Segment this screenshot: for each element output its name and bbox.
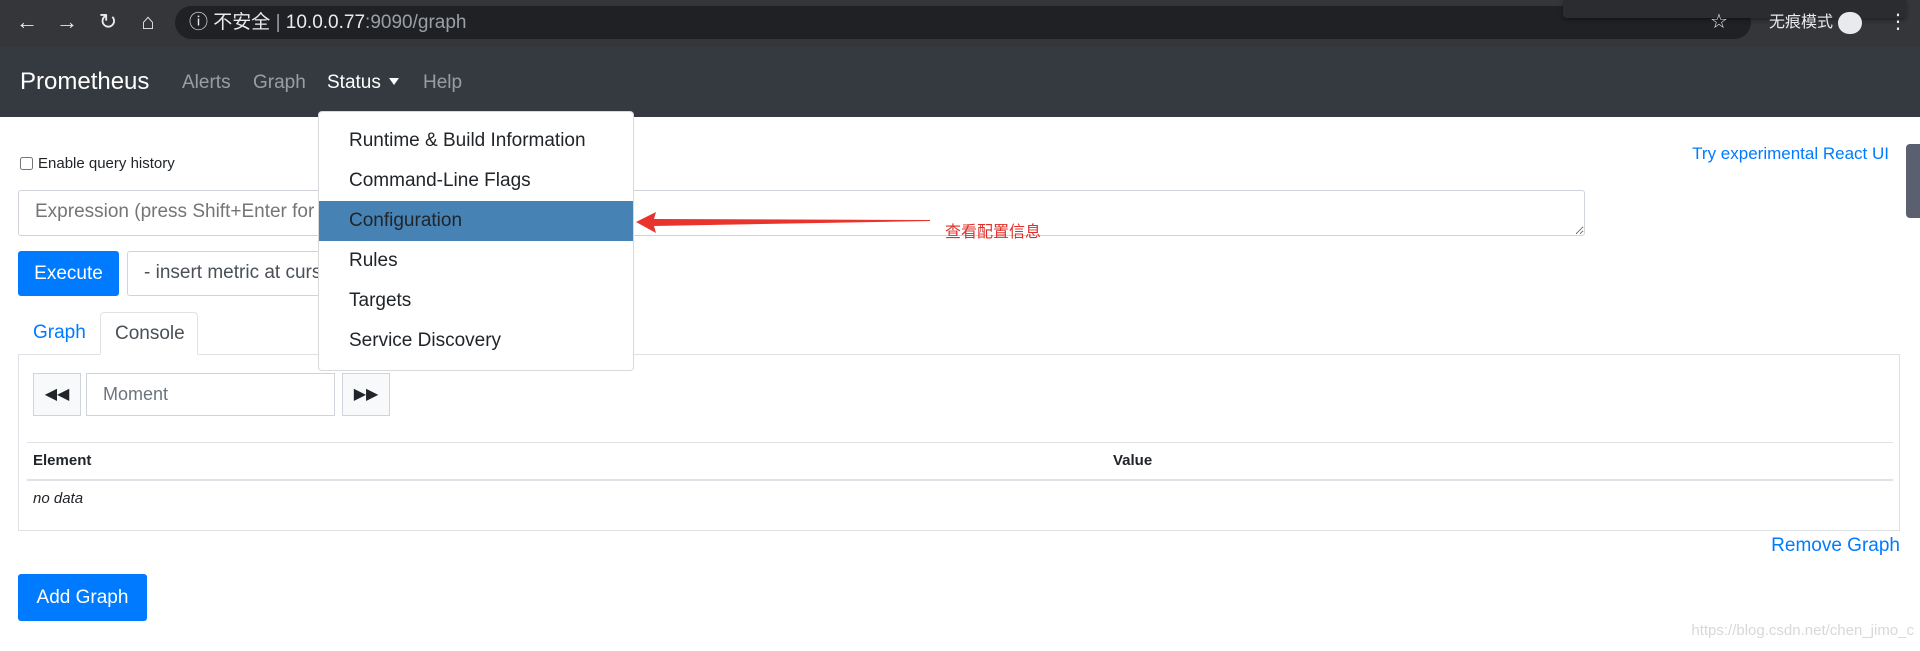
reload-icon[interactable]: ↻ xyxy=(94,8,122,36)
enable-query-history[interactable]: Enable query history xyxy=(20,155,175,172)
menu-item-runtime[interactable]: Runtime & Build Information xyxy=(319,121,633,161)
address-bar[interactable]: ⓘ 不安全 | 10.0.0.77:9090/graph xyxy=(175,6,1751,39)
tab-graph[interactable]: Graph xyxy=(19,312,100,355)
forward-icon[interactable]: → xyxy=(53,8,81,36)
history-label: Enable query history xyxy=(38,155,175,172)
nav-status[interactable]: Status xyxy=(327,72,399,94)
annotation-arrow-icon xyxy=(636,212,930,233)
remove-graph-link[interactable]: Remove Graph xyxy=(1771,535,1900,557)
status-dropdown-menu: Runtime & Build Information Command-Line… xyxy=(318,111,634,371)
add-graph-button[interactable]: Add Graph xyxy=(18,574,147,621)
column-element: Element xyxy=(33,452,92,469)
no-data-text: no data xyxy=(33,490,84,507)
more-icon[interactable]: ⋮ xyxy=(1888,6,1908,39)
brand[interactable]: Prometheus xyxy=(20,68,149,96)
nav-graph[interactable]: Graph xyxy=(253,72,306,94)
info-icon: ⓘ xyxy=(189,12,214,33)
annotation-text: 查看配置信息 xyxy=(945,224,1042,241)
moment-input[interactable]: Moment xyxy=(86,373,335,416)
url-host: 10.0.0.77 xyxy=(285,12,366,33)
backward-icon: ◀◀ xyxy=(44,386,70,403)
menu-item-configuration[interactable]: Configuration xyxy=(319,201,633,241)
execute-button[interactable]: Execute xyxy=(18,251,119,296)
watermark: https://blog.csdn.net/chen_jimo_c xyxy=(1691,622,1914,639)
url-path: :9090/graph xyxy=(365,12,467,33)
history-checkbox[interactable] xyxy=(20,157,33,170)
menu-item-targets[interactable]: Targets xyxy=(319,281,633,321)
divider xyxy=(27,479,1893,481)
step-back-button[interactable]: ◀◀ xyxy=(33,373,81,416)
incognito-icon[interactable] xyxy=(1838,12,1862,34)
divider xyxy=(27,442,1893,443)
step-forward-button[interactable]: ▶▶ xyxy=(342,373,390,416)
react-ui-link[interactable]: Try experimental React UI xyxy=(1692,144,1889,164)
caret-down-icon xyxy=(388,78,399,85)
forward-fast-icon: ▶▶ xyxy=(353,386,379,403)
nav-help[interactable]: Help xyxy=(423,72,462,94)
incognito-label: 无痕模式 xyxy=(1769,14,1834,31)
column-value: Value xyxy=(1113,452,1153,469)
security-label: 不安全 xyxy=(213,12,271,33)
star-icon[interactable]: ☆ xyxy=(1710,6,1728,39)
nav-status-label: Status xyxy=(327,72,381,93)
home-icon[interactable]: ⌂ xyxy=(134,8,162,36)
back-icon[interactable]: ← xyxy=(13,8,41,36)
nav-alerts[interactable]: Alerts xyxy=(182,72,231,94)
side-widget[interactable] xyxy=(1906,144,1920,218)
menu-item-flags[interactable]: Command-Line Flags xyxy=(319,161,633,201)
tab-console[interactable]: Console xyxy=(100,312,198,355)
menu-item-rules[interactable]: Rules xyxy=(319,241,633,281)
menu-item-service-discovery[interactable]: Service Discovery xyxy=(319,321,633,361)
